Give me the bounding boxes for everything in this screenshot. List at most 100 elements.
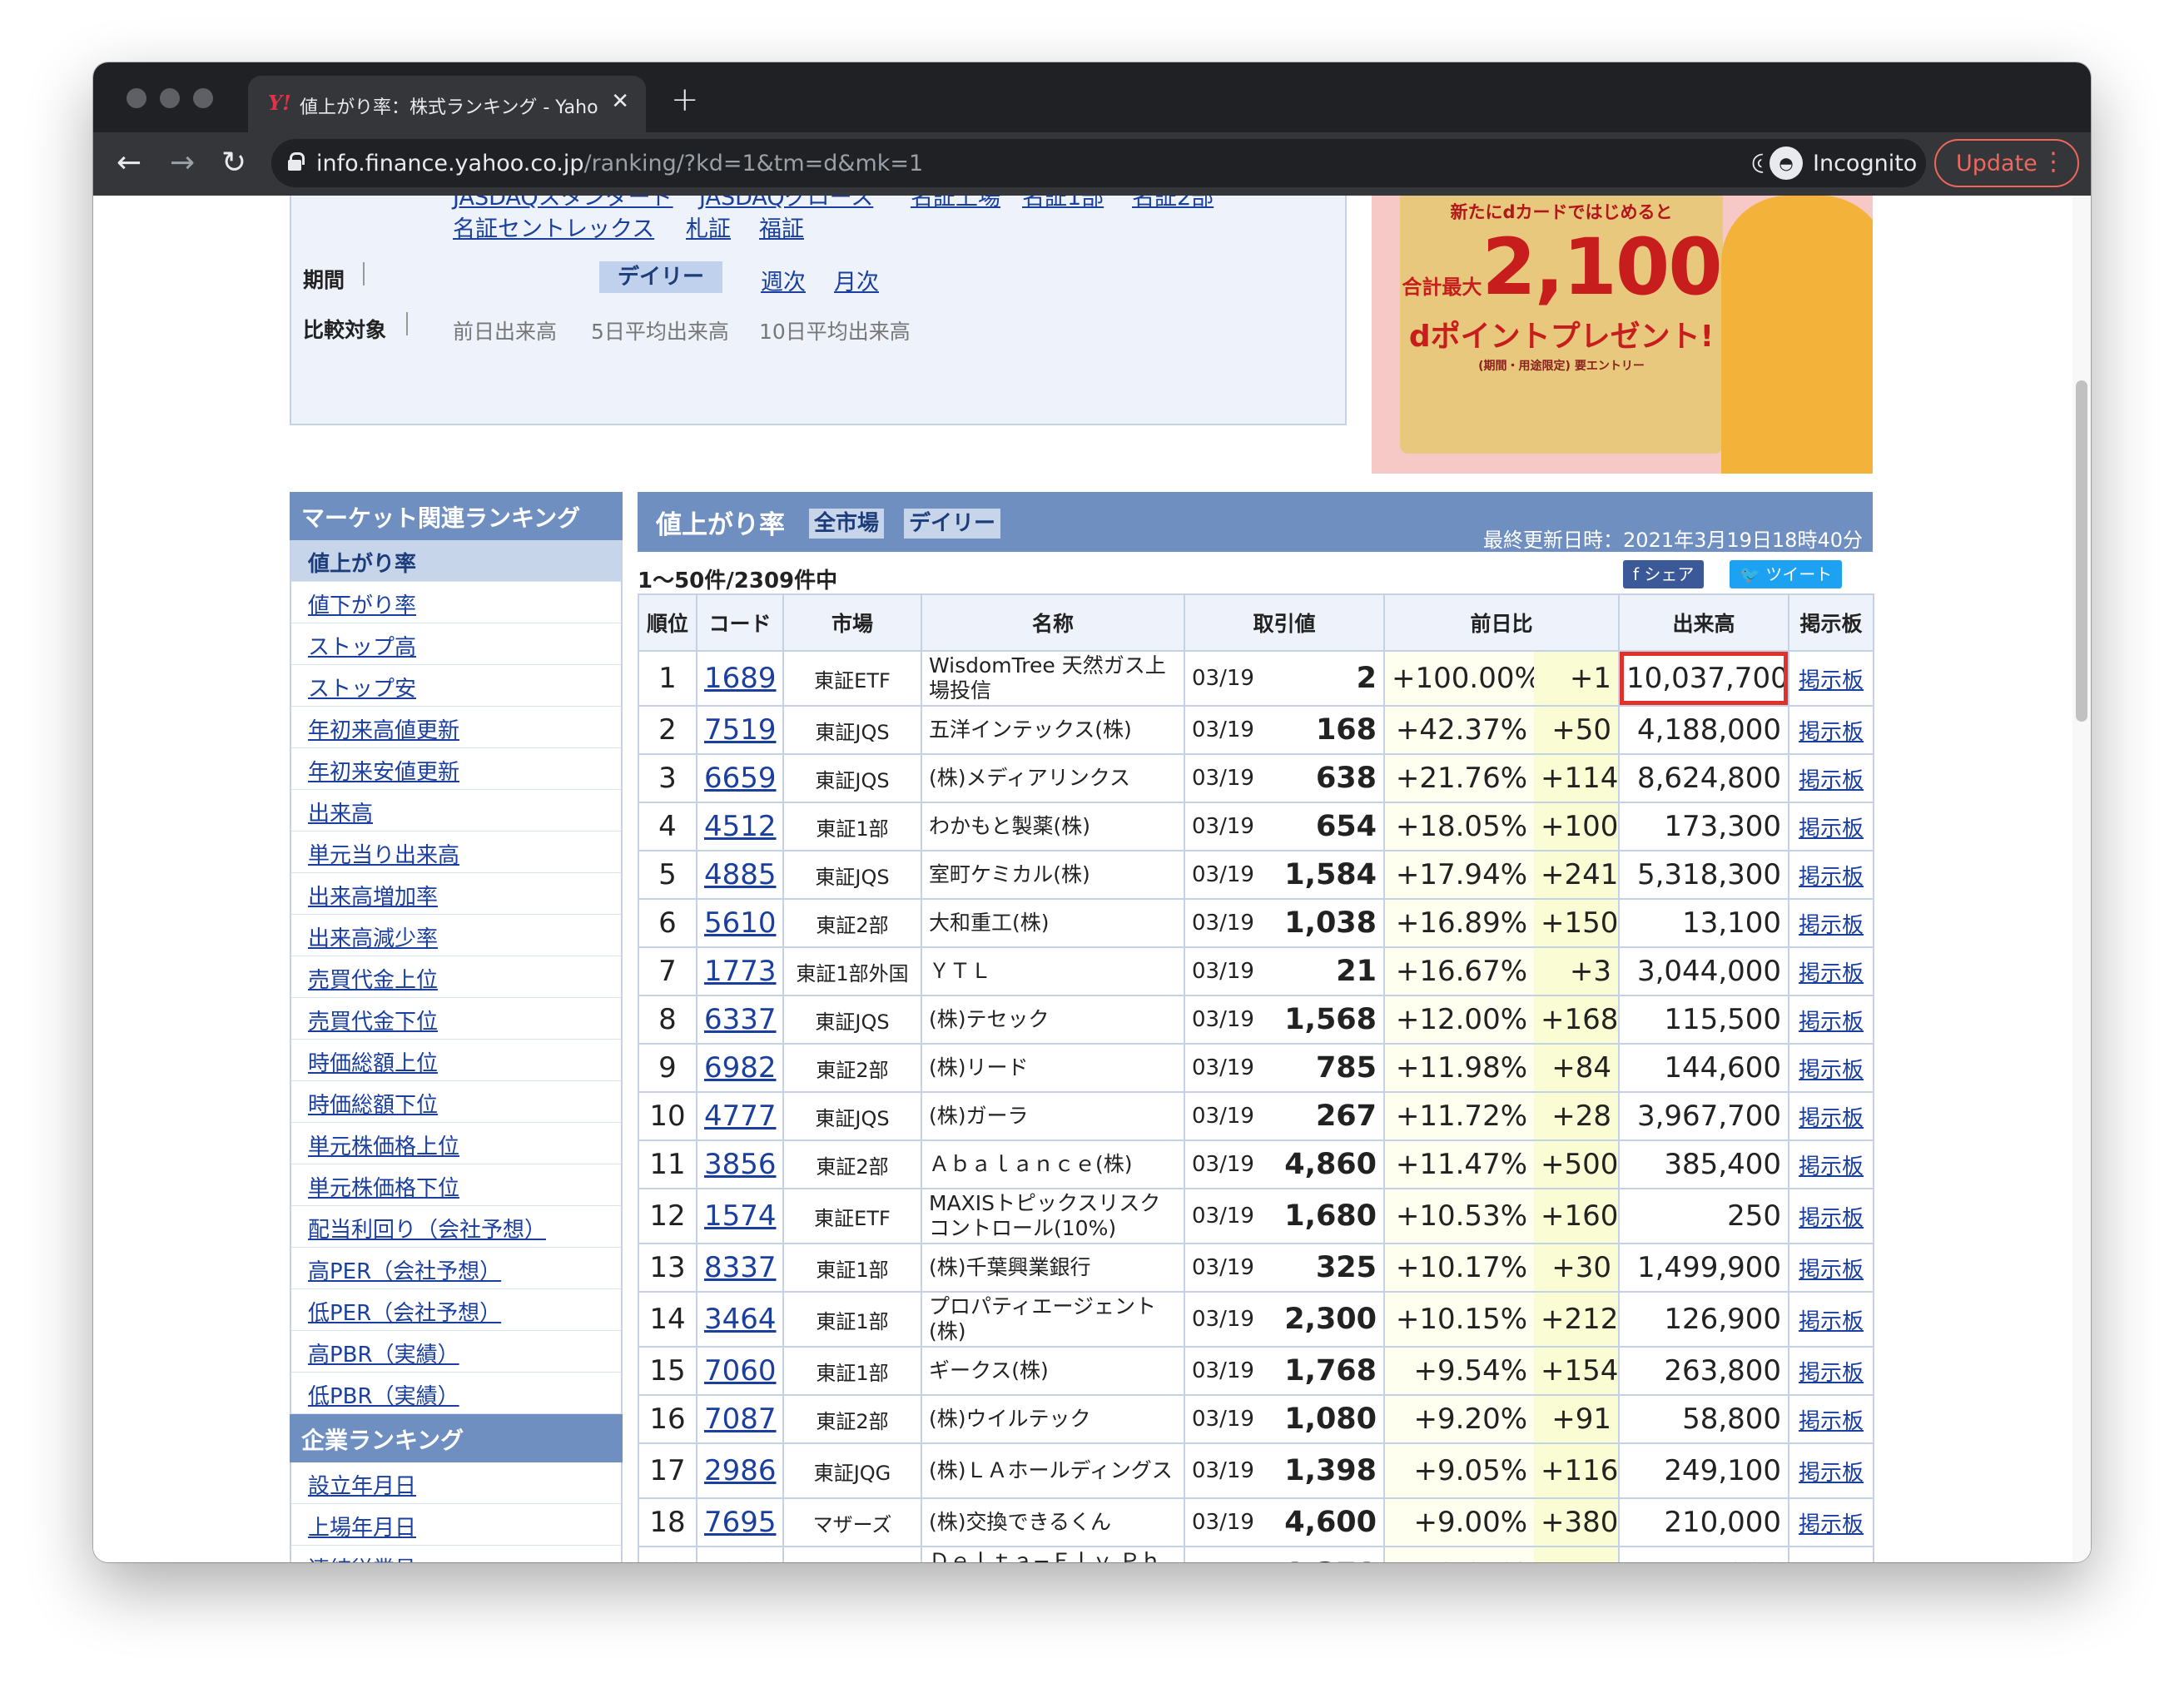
market-link-meisho-1[interactable]: 名証1部 xyxy=(1022,196,1104,211)
stock-code-cell[interactable]: 4598 xyxy=(696,1546,784,1562)
message-board-link[interactable]: 掲示板 xyxy=(1799,817,1864,842)
market-item-label[interactable]: 高PBR（実績） xyxy=(308,1343,459,1368)
market-link-fukuoka[interactable]: 福証 xyxy=(759,211,804,243)
market-item[interactable]: 高PER（会社予想） xyxy=(291,1248,621,1289)
tab-close-icon[interactable]: ✕ xyxy=(611,89,629,114)
stock-code-cell[interactable]: 7695 xyxy=(696,1497,784,1547)
stock-code-link[interactable]: 1574 xyxy=(704,1199,777,1233)
market-item-label[interactable]: 出来高 xyxy=(308,802,373,827)
market-item[interactable]: 低PER（会社予想） xyxy=(291,1289,621,1331)
message-board-link[interactable]: 掲示板 xyxy=(1799,913,1864,938)
market-item[interactable]: 出来高減少率 xyxy=(291,915,621,956)
message-board-cell[interactable]: 掲示板 xyxy=(1788,1091,1875,1141)
stock-code-link[interactable]: 4512 xyxy=(704,810,777,843)
stock-code-cell[interactable]: 3856 xyxy=(696,1139,784,1189)
stock-code-link[interactable]: 4777 xyxy=(704,1100,777,1133)
message-board-cell[interactable]: 掲示板 xyxy=(1788,1442,1875,1499)
scrollbar-track[interactable] xyxy=(2072,196,2091,1562)
browser-tab[interactable]: Y! 値上がり率：株式ランキング - Yahoo!ファイナンス ✕ xyxy=(248,76,646,132)
market-item[interactable]: 高PBR（実績） xyxy=(291,1331,621,1373)
message-board-cell[interactable]: 掲示板 xyxy=(1788,1546,1875,1562)
market-item[interactable]: 値上がり率 xyxy=(291,540,621,582)
market-link-jasdaq-growth[interactable]: JASDAQグロース xyxy=(699,196,873,211)
kebab-menu-icon[interactable]: ⋮ xyxy=(2041,147,2066,176)
market-item[interactable]: 単元株価格上位 xyxy=(291,1123,621,1164)
stock-code-link[interactable]: 7087 xyxy=(704,1403,777,1436)
stock-code-link[interactable]: 7519 xyxy=(704,713,777,747)
market-item[interactable]: 単元株価格下位 xyxy=(291,1164,621,1206)
market-item[interactable]: 年初来高値更新 xyxy=(291,707,621,748)
market-item-label[interactable]: 低PBR（実績） xyxy=(308,1384,459,1409)
stock-code-link[interactable]: 8337 xyxy=(704,1251,777,1284)
stock-code-cell[interactable]: 1773 xyxy=(696,946,784,996)
message-board-cell[interactable]: 掲示板 xyxy=(1788,1497,1875,1547)
message-board-cell[interactable]: 掲示板 xyxy=(1788,1243,1875,1293)
message-board-link[interactable]: 掲示板 xyxy=(1799,668,1864,693)
period-weekly-link[interactable]: 週次 xyxy=(761,264,806,296)
market-link-sapporo[interactable]: 札証 xyxy=(686,211,731,243)
message-board-link[interactable]: 掲示板 xyxy=(1799,961,1864,986)
forward-arrow-icon[interactable]: → xyxy=(170,146,195,180)
message-board-cell[interactable]: 掲示板 xyxy=(1788,898,1875,948)
message-board-cell[interactable]: 掲示板 xyxy=(1788,1394,1875,1444)
maximize-window-button[interactable] xyxy=(193,88,213,108)
incognito-badge[interactable]: ◓ Incognito xyxy=(1761,139,1926,187)
company-item-label[interactable]: 連結従業員 xyxy=(308,1557,416,1562)
stock-code-link[interactable]: 1689 xyxy=(704,662,777,695)
market-item[interactable]: 時価総額下位 xyxy=(291,1081,621,1123)
market-item[interactable]: 売買代金上位 xyxy=(291,956,621,998)
market-item-label[interactable]: 単元株価格上位 xyxy=(308,1134,459,1159)
message-board-link[interactable]: 掲示板 xyxy=(1799,1206,1864,1231)
stock-code-cell[interactable]: 1689 xyxy=(696,650,784,707)
stock-code-link[interactable]: 6337 xyxy=(704,1003,777,1036)
market-item-label[interactable]: 時価総額下位 xyxy=(308,1093,438,1118)
market-item-label[interactable]: 売買代金上位 xyxy=(308,968,438,993)
stock-code-cell[interactable]: 3464 xyxy=(696,1291,784,1348)
market-item-label[interactable]: 単元当り出来高 xyxy=(308,843,459,868)
message-board-link[interactable]: 掲示板 xyxy=(1799,720,1864,745)
message-board-cell[interactable]: 掲示板 xyxy=(1788,1346,1875,1396)
market-item[interactable]: 単元当り出来高 xyxy=(291,832,621,873)
message-board-link[interactable]: 掲示板 xyxy=(1799,768,1864,793)
market-item[interactable]: ストップ高 xyxy=(291,623,621,665)
market-item[interactable]: 配当利回り（会社予想） xyxy=(291,1206,621,1248)
stock-code-cell[interactable]: 5610 xyxy=(696,898,784,948)
stock-code-cell[interactable]: 4512 xyxy=(696,802,784,851)
market-item-label[interactable]: 時価総額上位 xyxy=(308,1051,438,1076)
message-board-cell[interactable]: 掲示板 xyxy=(1788,946,1875,996)
stock-code-cell[interactable]: 6982 xyxy=(696,1043,784,1093)
market-item[interactable]: ストップ安 xyxy=(291,665,621,707)
message-board-link[interactable]: 掲示板 xyxy=(1799,1154,1864,1179)
market-item[interactable]: 年初来安値更新 xyxy=(291,748,621,790)
facebook-share-button[interactable]: f シェア xyxy=(1623,560,1705,588)
company-item[interactable]: 上場年月日 xyxy=(291,1504,621,1546)
message-board-link[interactable]: 掲示板 xyxy=(1799,1409,1864,1434)
message-board-cell[interactable]: 掲示板 xyxy=(1788,1043,1875,1093)
market-item-label[interactable]: 値下がり率 xyxy=(308,593,416,618)
message-board-link[interactable]: 掲示板 xyxy=(1799,1010,1864,1035)
stock-code-link[interactable]: 7060 xyxy=(704,1354,777,1388)
message-board-cell[interactable]: 掲示板 xyxy=(1788,1291,1875,1348)
message-board-link[interactable]: 掲示板 xyxy=(1799,1258,1864,1283)
message-board-cell[interactable]: 掲示板 xyxy=(1788,753,1875,803)
market-item-label[interactable]: 売買代金下位 xyxy=(308,1010,438,1035)
message-board-link[interactable]: 掲示板 xyxy=(1799,1461,1864,1486)
stock-code-cell[interactable]: 7060 xyxy=(696,1346,784,1396)
message-board-cell[interactable]: 掲示板 xyxy=(1788,850,1875,900)
stock-code-link[interactable]: 3856 xyxy=(704,1148,777,1181)
company-item-label[interactable]: 設立年月日 xyxy=(308,1474,416,1499)
period-daily-selected[interactable]: デイリー xyxy=(599,261,722,293)
tweet-button[interactable]: 🐦 ツイート xyxy=(1730,560,1843,588)
new-tab-icon[interactable]: + xyxy=(671,81,699,119)
message-board-cell[interactable]: 掲示板 xyxy=(1788,650,1875,707)
message-board-cell[interactable]: 掲示板 xyxy=(1788,995,1875,1045)
reload-icon[interactable]: ↻ xyxy=(221,146,246,180)
stock-code-cell[interactable]: 6659 xyxy=(696,753,784,803)
message-board-cell[interactable]: 掲示板 xyxy=(1788,1139,1875,1189)
stock-code-link[interactable]: 6659 xyxy=(704,762,777,795)
stock-code-link[interactable]: 5610 xyxy=(704,906,777,940)
market-item[interactable]: 出来高増加率 xyxy=(291,873,621,915)
period-monthly-link[interactable]: 月次 xyxy=(834,264,879,296)
stock-code-cell[interactable]: 7519 xyxy=(696,705,784,755)
market-link-meisho[interactable]: 名証上場 xyxy=(911,196,1000,211)
